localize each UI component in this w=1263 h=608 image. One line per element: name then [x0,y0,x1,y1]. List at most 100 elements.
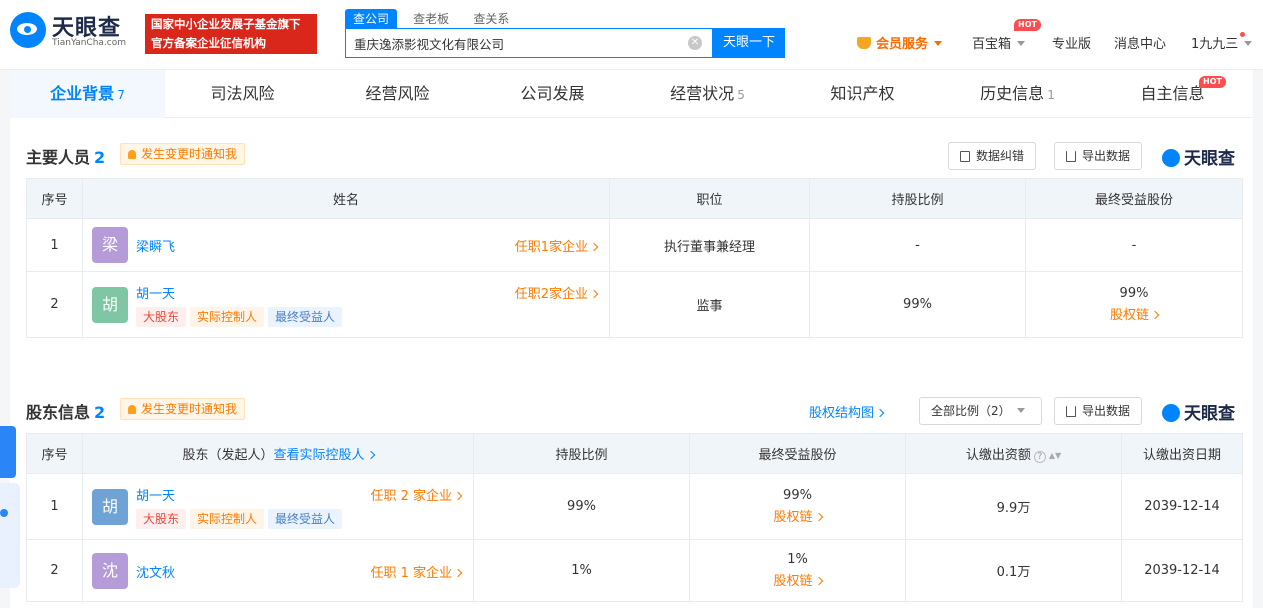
tab-business-risk[interactable]: 经营风险 [320,70,475,118]
tab-label: 公司发展 [520,84,585,103]
search-box: ✕ [345,28,713,58]
tenure-link[interactable]: 任职 1 家企业 [370,562,463,581]
search-input[interactable] [346,29,676,57]
col-header: 最终受益股份 [689,433,906,474]
equity-chain-link[interactable]: 股权链 [690,570,905,589]
tenure-link[interactable]: 任职2家企业 [515,283,599,302]
equity-structure-link[interactable]: 股权结构图 [809,402,885,421]
export-data-button[interactable]: 导出数据 [1054,142,1143,170]
equity-chain-link[interactable]: 股权链 [1026,304,1242,323]
amount-cell: 0.1万 [905,539,1122,602]
table-header-row: 序号 股东（发起人）查看实际控股人 持股比例 最终受益股份 认缴出资额? ▲▼ 认… [26,433,1243,474]
message-center-link[interactable]: 消息中心 [1114,33,1166,52]
tianyancha-logo[interactable]: 天眼查 TianYanCha.com [10,10,135,50]
treasure-box-menu[interactable]: 百宝箱 [972,33,1026,52]
side-float-panel[interactable] [0,483,20,588]
row-number: 1 [26,218,83,272]
tab-company-development[interactable]: 公司发展 [475,70,630,118]
holder-cell: 胡 胡一天 任职 2 家企业 大股东 实际控制人 最终受益人 [82,473,474,540]
tag-list: 大股东 实际控制人 最终受益人 [136,509,346,529]
person-name-link[interactable]: 胡一天 [136,283,175,302]
search-tab-boss[interactable]: 查老板 [405,9,457,29]
side-float-widget[interactable] [0,418,20,588]
person-cell: 胡 胡一天 任职2家企业 大股东 实际控制人 最终受益人 [82,271,610,338]
col-header-holder: 股东（发起人）查看实际控股人 [82,433,474,474]
vip-service-menu[interactable]: 会员服务 [857,33,943,52]
tab-history-info[interactable]: 历史信息 1 [940,70,1095,118]
notify-label: 发生变更时通知我 [141,147,238,161]
tenure-link[interactable]: 任职1家企业 [514,236,599,255]
col-header: 序号 [26,433,83,474]
col-header: 认缴出资日期 [1121,433,1243,474]
staff-notify-button[interactable]: 发生变更时通知我 [120,143,246,165]
search-tab-company[interactable]: 查公司 [345,9,398,29]
avatar[interactable]: 梁 [92,227,128,263]
col-header-text: 认缴出资额 [965,448,1031,463]
help-icon[interactable]: ? [1033,451,1046,463]
view-actual-controller-link[interactable]: 查看实际控股人 [274,448,375,463]
hot-badge: HOT [1014,19,1041,31]
benefit-cell: 99% 股权链 [689,473,906,540]
export-data-button[interactable]: 导出数据 [1054,397,1143,425]
top-header: 天眼查 TianYanCha.com 国家中小企业发展子基金旗下 官方备案企业征… [0,0,1263,70]
avatar[interactable]: 胡 [92,287,128,323]
data-correct-button[interactable]: 数据纠错 [948,142,1037,170]
search-tab-relation[interactable]: 查关系 [465,9,517,29]
tab-self-info[interactable]: 自主信息 [1095,70,1250,118]
benefit-cell: - [1025,218,1243,272]
gov-badge[interactable]: 国家中小企业发展子基金旗下 官方备案企业征信机构 [145,14,317,54]
col-header: 持股比例 [809,178,1026,219]
equity-chain-link[interactable]: 股权链 [690,506,905,525]
chevron-right-icon [589,242,599,252]
eye-logo-icon [1162,404,1180,422]
position-cell: 执行董事兼经理 [609,218,810,272]
chevron-right-icon [814,576,823,586]
gov-badge-line1: 国家中小企业发展子基金旗下 [151,17,301,31]
shareholder-notify-button[interactable]: 发生变更时通知我 [120,398,246,420]
vip-label: 会员服务 [876,37,929,52]
benefit-value: 99% [783,488,812,503]
chevron-down-icon [934,41,943,46]
tenure-link[interactable]: 任职 2 家企业 [370,485,463,504]
tag-actual-controller: 实际控制人 [190,307,265,327]
col-header-text: 股东（发起人） [182,448,274,463]
row-number: 1 [26,473,83,540]
tab-business-status[interactable]: 经营状况 5 [630,70,785,118]
equity-chain-text: 股权链 [773,510,813,525]
avatar[interactable]: 沈 [92,553,128,589]
col-header-amount[interactable]: 认缴出资额? ▲▼ [905,433,1122,474]
holder-name-link[interactable]: 沈文秋 [136,562,175,581]
table-header-row: 序号 姓名 职位 持股比例 最终受益股份 [26,178,1243,219]
person-cell: 梁 梁瞬飞 任职1家企业 [82,218,610,272]
sort-icon[interactable]: ▲▼ [1049,451,1061,460]
eye-logo-icon [1162,149,1180,167]
person-name-link[interactable]: 梁瞬飞 [136,236,175,255]
search-type-tabs: 查公司 查老板 查关系 [345,9,521,29]
table-row: 1 梁 梁瞬飞 任职1家企业 执行董事兼经理 - - [26,218,1243,272]
search-button[interactable]: 天眼一下 [713,28,785,58]
mini-logo-text: 天眼查 [1184,149,1235,169]
section-tabs: 企业背景 7 司法风险 经营风险 公司发展 经营状况 5 知识产权 历史信息 1 自主… [10,70,1253,118]
tenure-text: 任职1家企业 [514,240,588,255]
tab-count: 1 [1047,88,1055,102]
tab-label: 经营状况 [670,84,735,103]
tab-intellectual-property[interactable]: 知识产权 [785,70,940,118]
chevron-right-icon [453,568,463,578]
user-name: 1九九三 [1191,37,1239,52]
eye-logo-icon [10,12,46,48]
tag-ultimate-beneficiary: 最终受益人 [268,307,343,327]
avatar[interactable]: 胡 [92,489,128,525]
shareholder-table: 序号 股东（发起人）查看实际控股人 持股比例 最终受益股份 认缴出资额? ▲▼ 认… [26,433,1243,602]
ratio-filter-select[interactable]: 全部比例（2） [919,397,1042,425]
clear-icon[interactable]: ✕ [688,36,702,50]
pro-version-link[interactable]: 专业版 [1052,33,1091,52]
export-label: 导出数据 [1082,404,1131,418]
tab-enterprise-background[interactable]: 企业背景 7 [10,70,165,118]
side-float-button[interactable] [0,426,16,478]
staff-section-title: 主要人员 2 [26,144,105,168]
amount-cell: 9.9万 [905,473,1122,540]
holder-name-link[interactable]: 胡一天 [136,485,175,504]
tab-judicial-risk[interactable]: 司法风险 [165,70,320,118]
tag-major-shareholder: 大股东 [136,307,187,327]
tab-count: 5 [737,88,745,102]
